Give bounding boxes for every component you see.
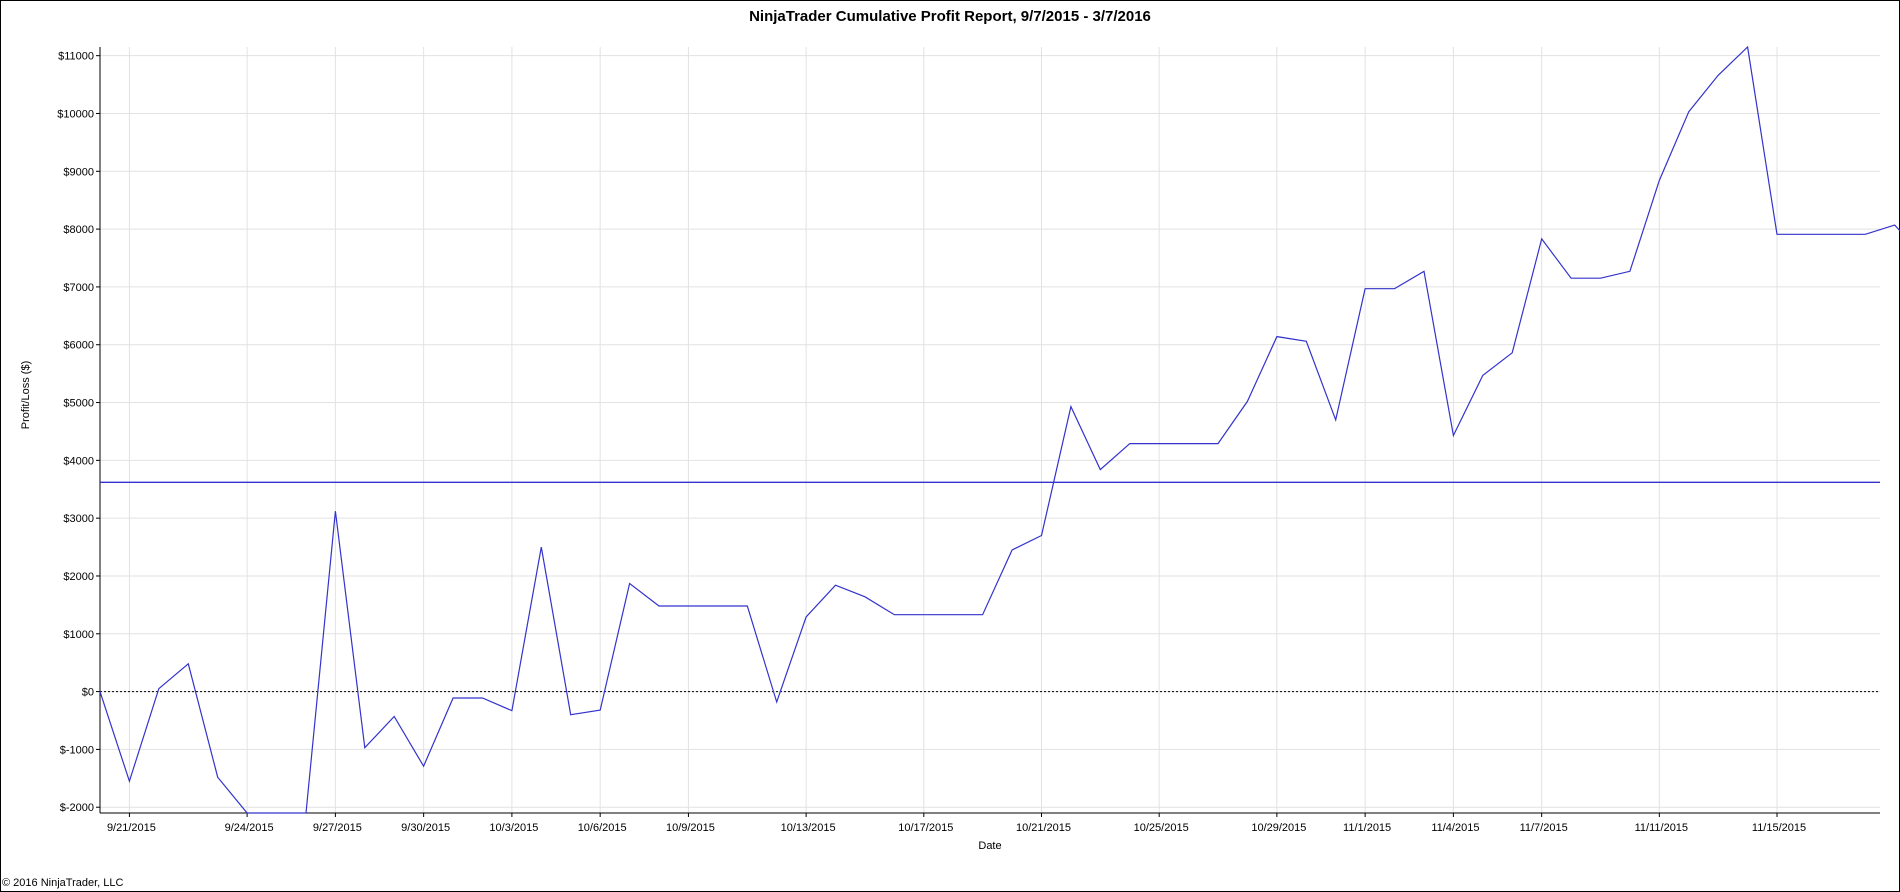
y-tick-label: $7000 [63, 282, 94, 294]
x-tick-label: 9/27/2015 [313, 822, 362, 834]
x-tick-label: 11/11/2015 [1635, 822, 1688, 834]
y-tick-label: $11000 [58, 51, 94, 63]
x-tick-label: 9/30/2015 [401, 822, 450, 834]
cumulative-profit-line [99, 45, 1900, 814]
x-tick-label: 9/21/2015 [107, 822, 156, 834]
y-tick-label: $9000 [63, 166, 94, 178]
x-tick-label: 10/3/2015 [489, 822, 538, 834]
y-tick-label: $10000 [57, 108, 94, 120]
x-tick-label: 9/24/2015 [225, 822, 274, 834]
y-tick-label: $4000 [63, 455, 94, 467]
x-tick-label: 10/17/2015 [898, 822, 953, 834]
x-tick-label: 11/7/2015 [1520, 822, 1568, 834]
y-tick-label: $8000 [63, 224, 94, 236]
x-tick-label: 10/29/2015 [1251, 822, 1306, 834]
x-tick-label: 10/21/2015 [1016, 822, 1071, 834]
y-tick-label: $-2000 [60, 802, 94, 814]
x-tick-label: 10/25/2015 [1134, 822, 1189, 834]
y-tick-label: $1000 [63, 629, 94, 641]
x-tick-label: 10/6/2015 [578, 822, 627, 834]
x-tick-label: 10/9/2015 [666, 822, 715, 834]
y-tick-label: $6000 [63, 340, 94, 352]
y-tick-label: $2000 [63, 571, 94, 583]
x-tick-label: 11/15/2015 [1752, 822, 1806, 834]
y-tick-label: $0 [82, 687, 94, 699]
x-tick-label: 11/1/2015 [1343, 822, 1391, 834]
x-tick-label: 11/4/2015 [1431, 822, 1479, 834]
plot-area: $-2000 $-1000 $0 $1000 $2000 $3000 $4000 $5000 $… [57, 45, 1900, 834]
x-tick-label: 10/13/2015 [781, 822, 836, 834]
y-tick-label: $3000 [63, 513, 94, 525]
y-tick-label: $-1000 [60, 744, 94, 756]
y-tick-label: $5000 [63, 398, 94, 410]
